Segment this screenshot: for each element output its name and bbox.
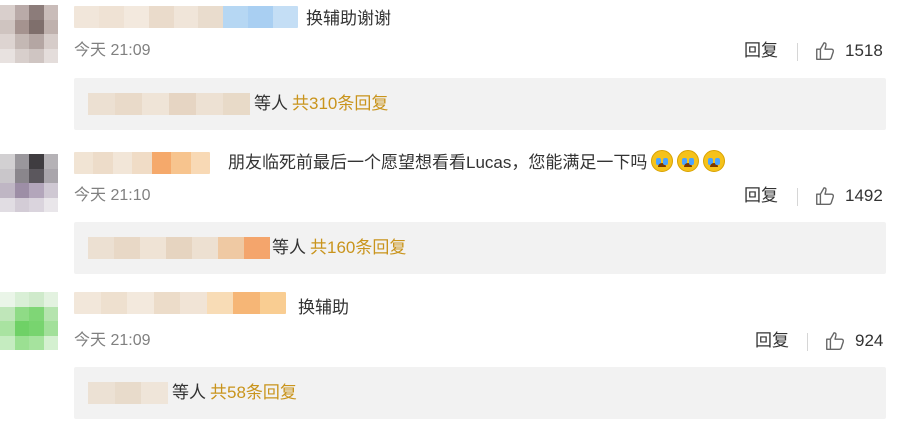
view-replies-link[interactable]: 共58条回复 [210, 383, 297, 402]
reply-summary: 等人 共58条回复 [172, 381, 297, 405]
like-count: 924 [855, 331, 884, 350]
avatar[interactable] [0, 154, 58, 212]
thumbs-up-icon[interactable] [814, 185, 836, 207]
reply-summary: 等人 共310条回复 [254, 92, 388, 116]
timestamp: 今天 21:09 [74, 332, 151, 349]
comment-text: 换辅助谢谢 [306, 9, 391, 28]
comment-text: 换辅助 [298, 298, 349, 317]
reply-button[interactable]: 回复 [744, 40, 778, 62]
thumbs-up-icon[interactable] [814, 40, 836, 62]
view-replies-link[interactable]: 共160条回复 [310, 238, 406, 257]
divider [797, 43, 798, 61]
timestamp: 今天 21:09 [74, 42, 151, 59]
comment-text: 朋友临死前最后一个愿望想看看Lucas，您能满足一下吗 [228, 150, 726, 175]
replier-names [88, 93, 250, 115]
crying-face-icon [677, 150, 700, 172]
crying-face-icon [651, 150, 674, 172]
reply-summary: 等人 共160条回复 [272, 236, 406, 260]
view-replies-link[interactable]: 共310条回复 [292, 94, 388, 113]
username[interactable] [74, 6, 298, 28]
divider [797, 188, 798, 206]
reply-preview[interactable]: 等人 共58条回复 [74, 367, 886, 419]
like-count: 1492 [845, 186, 883, 205]
replier-names [88, 237, 270, 259]
reply-button[interactable]: 回复 [755, 330, 789, 352]
username[interactable] [74, 292, 286, 314]
comment-body: 朋友临死前最后一个愿望想看看Lucas，您能满足一下吗 [228, 153, 648, 172]
thumbs-up-icon[interactable] [824, 330, 846, 352]
timestamp: 今天 21:10 [74, 187, 151, 204]
avatar[interactable] [0, 292, 58, 350]
avatar[interactable] [0, 5, 58, 63]
reply-button[interactable]: 回复 [744, 185, 778, 207]
crying-face-icon [703, 150, 726, 172]
reply-prefix: 等人 [272, 238, 306, 257]
like-count: 1518 [845, 41, 883, 60]
reply-preview[interactable]: 等人 共160条回复 [74, 222, 886, 274]
reply-preview[interactable]: 等人 共310条回复 [74, 78, 886, 130]
reply-prefix: 等人 [254, 94, 288, 113]
username[interactable] [74, 152, 210, 174]
reply-prefix: 等人 [172, 383, 206, 402]
divider [807, 333, 808, 351]
replier-names [88, 382, 168, 404]
